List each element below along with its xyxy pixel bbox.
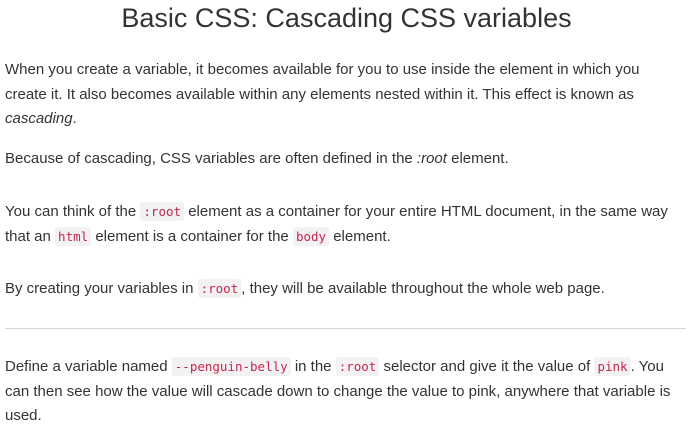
paragraph-text: element. bbox=[446, 150, 509, 167]
code-body: body bbox=[292, 226, 330, 246]
paragraph-text: selector and give it the value of bbox=[379, 358, 595, 375]
paragraph-text: element. bbox=[329, 227, 391, 245]
code-pink: pink bbox=[594, 357, 631, 376]
emphasis-root: :root bbox=[416, 150, 447, 167]
paragraph-text: , they will be available throughout the … bbox=[241, 280, 605, 297]
paragraph-cascading-intro: When you create a variable, it becomes a… bbox=[5, 58, 675, 132]
paragraph-text: Because of cascading, CSS variables are … bbox=[5, 150, 417, 167]
paragraph-text: Define a variable named bbox=[5, 358, 172, 375]
paragraph-text: in the bbox=[290, 358, 336, 375]
challenge-description: Basic CSS: Cascading CSS variables When … bbox=[0, 0, 693, 433]
code-html: html bbox=[55, 226, 92, 246]
code-root: :root bbox=[335, 357, 380, 376]
paragraph-text: . bbox=[72, 110, 77, 127]
page-title: Basic CSS: Cascading CSS variables bbox=[121, 3, 572, 33]
emphasis-cascading: cascading bbox=[5, 110, 73, 127]
paragraph-root-scope: By creating your variables in :root, the… bbox=[5, 277, 675, 302]
paragraph-instructions: Define a variable named --penguin-belly … bbox=[5, 355, 675, 429]
paragraph-text: By creating your variables in bbox=[5, 280, 198, 297]
paragraph-root-container: You can think of the :root element as a … bbox=[5, 200, 675, 249]
paragraph-text: element is a container for the bbox=[91, 227, 293, 245]
code-root: :root bbox=[140, 202, 185, 221]
section-divider bbox=[5, 328, 686, 329]
paragraph-text: You can think of the bbox=[5, 203, 141, 220]
code-root: :root bbox=[197, 279, 242, 298]
paragraph-root-definition: Because of cascading, CSS variables are … bbox=[5, 147, 675, 172]
code-penguin-belly: --penguin-belly bbox=[171, 357, 291, 376]
paragraph-text: When you create a variable, it becomes a… bbox=[5, 61, 640, 103]
